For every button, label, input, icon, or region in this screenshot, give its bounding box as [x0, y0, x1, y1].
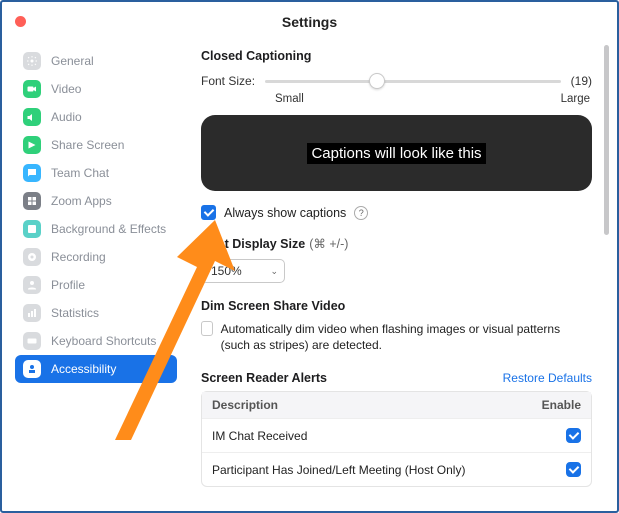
sidebar-item-team-chat[interactable]: Team Chat [15, 159, 177, 187]
titlebar: Settings [5, 5, 614, 39]
caption-preview: Captions will look like this [201, 115, 592, 191]
slider-small-label: Small [275, 93, 304, 105]
table-row: Participant Has Joined/Left Meeting (Hos… [202, 452, 591, 486]
sidebar-item-keyboard-shortcuts[interactable]: Keyboard Shortcuts [15, 327, 177, 355]
font-size-slider[interactable] [265, 71, 561, 91]
sidebar-icon [23, 52, 41, 70]
close-icon[interactable] [15, 16, 26, 27]
always-show-captions-checkbox[interactable] [201, 205, 216, 220]
sidebar-icon [23, 164, 41, 182]
scrollbar[interactable] [604, 45, 609, 235]
sidebar-icon [23, 136, 41, 154]
screen-reader-table: Description Enable IM Chat Received Parti… [201, 391, 592, 487]
sidebar-item-background-effects[interactable]: Background & Effects [15, 215, 177, 243]
window-title: Settings [5, 14, 614, 30]
sidebar-item-general[interactable]: General [15, 47, 177, 75]
sidebar-icon [23, 192, 41, 210]
sidebar-item-statistics[interactable]: Statistics [15, 299, 177, 327]
table-row: IM Chat Received [202, 418, 591, 452]
sidebar-icon [23, 276, 41, 294]
caption-preview-text: Captions will look like this [307, 143, 485, 164]
sidebar-item-label: Video [51, 82, 81, 96]
section-dim-title: Dim Screen Share Video [201, 299, 592, 313]
sidebar-item-label: Audio [51, 110, 82, 124]
sidebar-item-label: Team Chat [51, 166, 109, 180]
slider-thumb-icon[interactable] [369, 73, 385, 89]
sidebar-item-label: Background & Effects [51, 222, 166, 236]
alert-enable-checkbox[interactable] [566, 428, 581, 443]
sidebar-icon [23, 360, 41, 378]
sidebar-item-video[interactable]: Video [15, 75, 177, 103]
sidebar-icon [23, 108, 41, 126]
section-screen-reader-title: Screen Reader Alerts [201, 371, 327, 385]
sidebar-item-label: Accessibility [51, 362, 116, 376]
sidebar-item-zoom-apps[interactable]: Zoom Apps [15, 187, 177, 215]
sidebar-icon [23, 220, 41, 238]
chat-display-size-select[interactable]: 150% ⌄ [201, 259, 285, 283]
alert-description: Participant Has Joined/Left Meeting (Hos… [212, 463, 566, 477]
sidebar-icon [23, 80, 41, 98]
sidebar-item-recording[interactable]: Recording [15, 243, 177, 271]
sidebar-item-accessibility[interactable]: Accessibility [15, 355, 177, 383]
sidebar-item-label: Zoom Apps [51, 194, 112, 208]
help-icon[interactable]: ? [354, 206, 368, 220]
sidebar-item-audio[interactable]: Audio [15, 103, 177, 131]
dim-video-label: Automatically dim video when flashing im… [221, 321, 592, 353]
sidebar-icon [23, 304, 41, 322]
sidebar-item-label: Profile [51, 278, 85, 292]
window-controls[interactable] [15, 16, 26, 27]
dim-video-checkbox[interactable] [201, 321, 213, 336]
slider-large-label: Large [561, 93, 590, 105]
sidebar-item-label: Share Screen [51, 138, 124, 152]
sidebar-item-label: Recording [51, 250, 106, 264]
sidebar-item-profile[interactable]: Profile [15, 271, 177, 299]
sidebar-item-label: Statistics [51, 306, 99, 320]
section-chat-display-title: Chat Display Size(⌘ +/-) [201, 236, 592, 251]
font-size-value: (19) [571, 74, 592, 88]
chevron-down-icon: ⌄ [270, 266, 278, 277]
col-description: Description [212, 398, 542, 412]
sidebar-item-label: General [51, 54, 94, 68]
sidebar-item-share-screen[interactable]: Share Screen [15, 131, 177, 159]
sidebar-item-label: Keyboard Shortcuts [51, 334, 156, 348]
content-pane: Closed Captioning Font Size: (19) Small … [185, 39, 614, 508]
col-enable: Enable [542, 398, 581, 412]
sidebar-icon [23, 248, 41, 266]
alert-description: IM Chat Received [212, 429, 566, 443]
font-size-label: Font Size: [201, 74, 255, 88]
restore-defaults-link[interactable]: Restore Defaults [503, 371, 592, 385]
sidebar-icon [23, 332, 41, 350]
sidebar: General Video Audio Share Screen Team Chat Zo… [5, 39, 185, 508]
section-closed-captioning-title: Closed Captioning [201, 49, 592, 63]
alert-enable-checkbox[interactable] [566, 462, 581, 477]
always-show-captions-label: Always show captions [224, 206, 346, 220]
chat-display-size-value: 150% [211, 264, 242, 278]
